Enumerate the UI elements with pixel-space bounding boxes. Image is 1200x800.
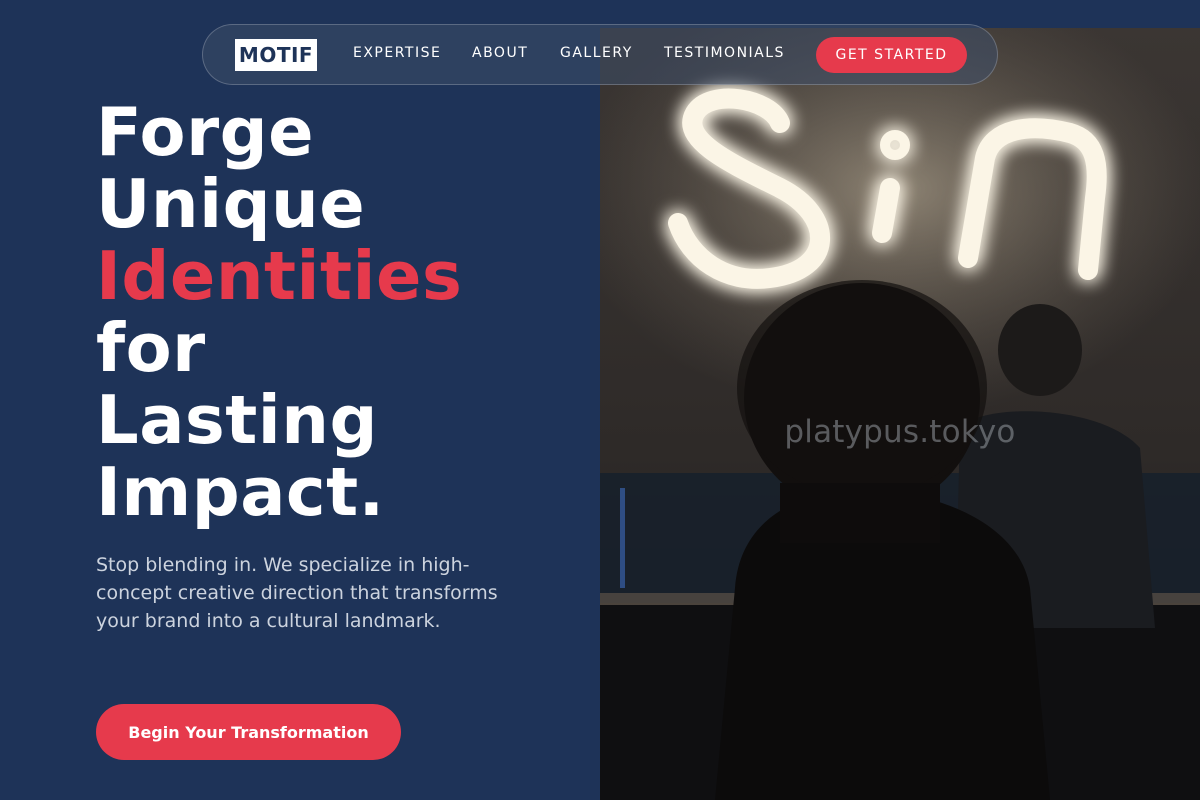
headline-accent-line: Identities [96,237,463,315]
hero-headline: Forge Unique Identities for Lasting Impa… [96,96,462,528]
headline-line: Lasting [96,381,378,459]
headline-line: for [96,309,206,387]
watermark-text: platypus.tokyo [784,414,1016,450]
top-navigation: MOTIF EXPERTISE ABOUT GALLERY TESTIMONIA… [202,24,998,85]
nav-link-about[interactable]: ABOUT [472,45,528,61]
nav-link-expertise[interactable]: EXPERTISE [353,45,441,61]
headline-line: Forge [96,93,315,171]
brand-logo[interactable]: MOTIF [235,39,317,71]
headline-line: Unique [96,165,366,243]
begin-transformation-button[interactable]: Begin Your Transformation [96,704,401,760]
get-started-button[interactable]: GET STARTED [816,37,967,73]
hero-subtext: Stop blending in. We specialize in high-… [96,554,498,632]
landing-page: platypus.tokyo MOTIF EXPERTISE ABOUT GAL… [0,0,1200,800]
headline-line: Impact. [96,453,385,531]
nav-link-gallery[interactable]: GALLERY [560,45,633,61]
nav-link-testimonials[interactable]: TESTIMONIALS [664,45,785,61]
